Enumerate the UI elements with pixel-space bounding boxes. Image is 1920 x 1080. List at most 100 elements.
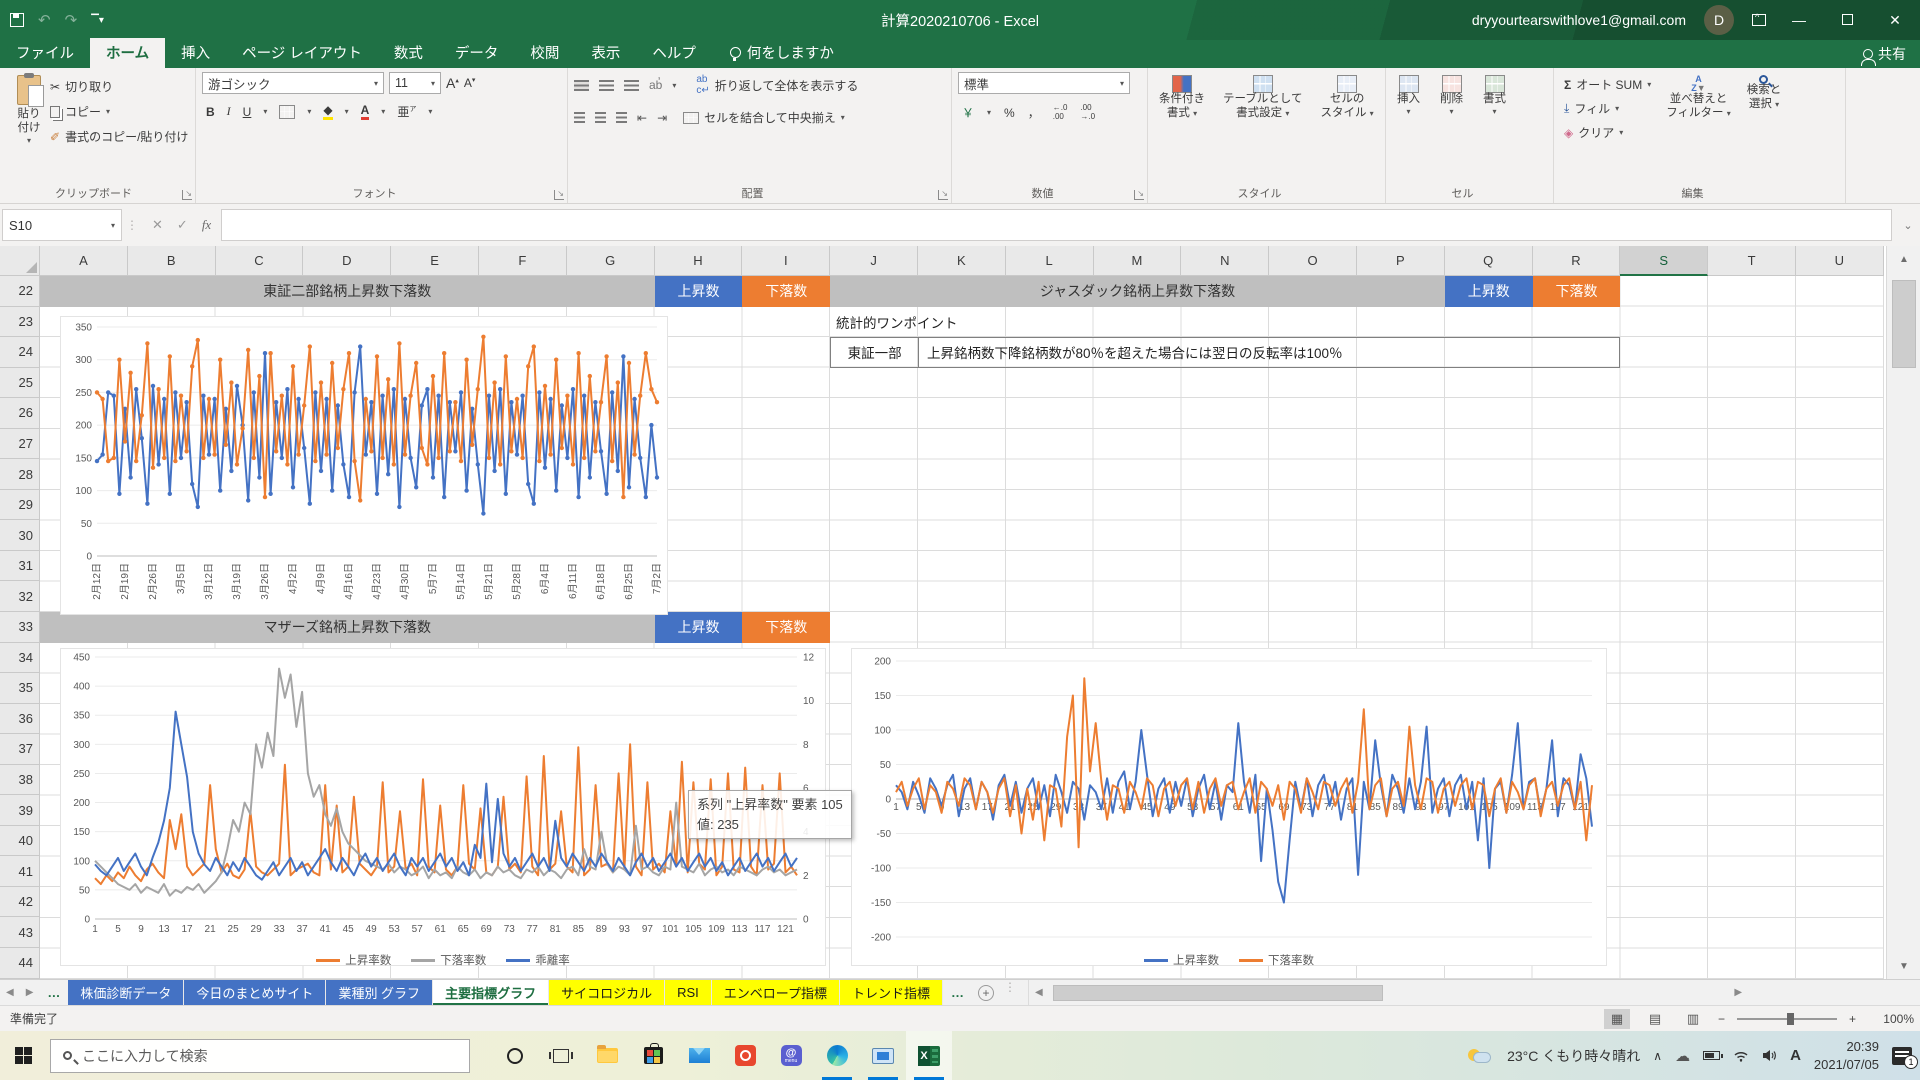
hscroll-right-icon[interactable]: ▶ <box>1728 987 1748 998</box>
row-header-39[interactable]: 39 <box>0 795 40 826</box>
vertical-scrollbar[interactable]: ▲ ▼ <box>1886 246 1920 979</box>
mail-button[interactable] <box>676 1031 722 1080</box>
row-header-36[interactable]: 36 <box>0 704 40 735</box>
column-header-E[interactable]: E <box>391 246 479 276</box>
tab-校閲[interactable]: 校閲 <box>514 38 575 68</box>
wrap-text-button[interactable]: abc↵ 折り返して全体を表示する <box>692 72 862 98</box>
name-box[interactable]: S10▾ <box>2 209 122 241</box>
row-header-28[interactable]: 28 <box>0 459 40 490</box>
insert-cells-button[interactable]: 挿入▾ <box>1392 72 1425 185</box>
column-header-A[interactable]: A <box>40 246 128 276</box>
tab-データ[interactable]: データ <box>439 38 515 68</box>
tab-数式[interactable]: 数式 <box>378 38 439 68</box>
restore-button[interactable] <box>1832 12 1862 28</box>
select-all-corner[interactable] <box>0 246 40 276</box>
wifi-icon[interactable] <box>1733 1049 1749 1062</box>
zoom-out-icon[interactable]: − <box>1718 1012 1725 1026</box>
column-header-S[interactable]: S <box>1620 246 1708 276</box>
italic-button[interactable]: I <box>227 104 231 119</box>
align-left-icon[interactable] <box>574 112 585 123</box>
sheet-overflow-right[interactable]: … <box>943 980 972 1005</box>
row-header-27[interactable]: 27 <box>0 429 40 460</box>
row-header-26[interactable]: 26 <box>0 398 40 429</box>
column-header-U[interactable]: U <box>1796 246 1884 276</box>
column-header-L[interactable]: L <box>1006 246 1094 276</box>
insert-function-icon[interactable]: fx <box>202 217 211 233</box>
column-header-Q[interactable]: Q <box>1445 246 1533 276</box>
column-header-D[interactable]: D <box>303 246 391 276</box>
font-color-icon[interactable]: A <box>361 103 370 120</box>
comma-icon[interactable]: ， <box>1028 104 1040 121</box>
sheet-tab-株価診断データ[interactable]: 株価診断データ <box>68 980 184 1005</box>
sheet-tab-業種別 グラフ[interactable]: 業種別 グラフ <box>326 980 433 1005</box>
column-header-C[interactable]: C <box>216 246 304 276</box>
increase-decimal-icon[interactable]: ←.0.00 <box>1053 104 1068 122</box>
bold-button[interactable]: B <box>206 105 215 119</box>
vertical-scroll-thumb[interactable] <box>1892 280 1916 368</box>
increase-indent-icon[interactable]: ⇥ <box>657 111 667 125</box>
start-button[interactable] <box>0 1031 46 1080</box>
ime-indicator[interactable]: A <box>1790 1047 1801 1064</box>
store-button[interactable] <box>630 1031 676 1080</box>
row-header-25[interactable]: 25 <box>0 368 40 399</box>
zoom-level[interactable]: 100% <box>1868 1012 1914 1026</box>
format-as-table-button[interactable]: テーブルとして書式設定 ▾ <box>1218 72 1307 185</box>
cell-styles-button[interactable]: セルのスタイル ▾ <box>1315 72 1378 185</box>
percent-icon[interactable]: % <box>1004 106 1015 120</box>
customize-qat-icon[interactable]: ▔▾ <box>91 15 104 26</box>
cortana-button[interactable] <box>492 1031 538 1080</box>
font-dialog-launcher[interactable]: ↘ <box>554 190 564 200</box>
task-view-button[interactable] <box>538 1031 584 1080</box>
column-header-G[interactable]: G <box>567 246 655 276</box>
excel-taskbar-button[interactable]: X <box>906 1031 952 1080</box>
tab-ヘルプ[interactable]: ヘルプ <box>636 38 712 68</box>
clipboard-dialog-launcher[interactable]: ↘ <box>182 190 192 200</box>
sheet-tab-主要指標グラフ[interactable]: 主要指標グラフ <box>433 980 549 1005</box>
align-bottom-icon[interactable] <box>624 80 639 91</box>
battery-icon[interactable] <box>1703 1051 1720 1060</box>
column-header-F[interactable]: F <box>479 246 567 276</box>
chart-jasdaq[interactable]: -200-150-100-500501001502001591317212529… <box>851 648 1607 966</box>
underline-button[interactable]: U <box>243 105 252 119</box>
sheet-tab-トレンド指標[interactable]: トレンド指標 <box>840 980 943 1005</box>
tab-挿入[interactable]: 挿入 <box>165 38 226 68</box>
formula-input[interactable] <box>221 209 1892 241</box>
paste-button[interactable]: 貼り付け ▾ <box>12 72 46 148</box>
sheet-tab-エンベロープ指標[interactable]: エンベロープ指標 <box>712 980 840 1005</box>
delete-cells-button[interactable]: 削除▾ <box>1435 72 1468 185</box>
jasdaq-up-button[interactable]: 上昇数 <box>1445 276 1533 307</box>
row-header-22[interactable]: 22 <box>0 276 40 307</box>
column-header-H[interactable]: H <box>655 246 743 276</box>
copy-button[interactable]: コピー▾ <box>46 101 192 122</box>
row-header-23[interactable]: 23 <box>0 307 40 338</box>
column-header-I[interactable]: I <box>742 246 830 276</box>
fill-button[interactable]: ⤓フィル▾ <box>1560 98 1655 119</box>
zoom-slider[interactable] <box>1737 1018 1837 1020</box>
format-cells-button[interactable]: 書式▾ <box>1478 72 1511 185</box>
row-header-44[interactable]: 44 <box>0 948 40 979</box>
clear-button[interactable]: ◈クリア▾ <box>1560 122 1655 143</box>
taskbar-search[interactable]: ここに入力して検索 <box>50 1039 470 1073</box>
conditional-formatting-button[interactable]: 条件付き書式 ▾ <box>1154 72 1210 185</box>
close-button[interactable]: ✕ <box>1880 12 1910 29</box>
sheet-nav-right-icon[interactable]: ▶ <box>20 980 40 1005</box>
red-app-button[interactable] <box>722 1031 768 1080</box>
increase-font-icon[interactable]: A▴ <box>446 75 459 91</box>
scroll-up-icon[interactable]: ▲ <box>1887 246 1920 272</box>
format-painter-button[interactable]: ✐書式のコピー/貼り付け <box>46 126 192 147</box>
sort-filter-button[interactable]: AZ▼ 並べ替えとフィルター ▾ <box>1661 72 1736 185</box>
tab-ページ レイアウト[interactable]: ページ レイアウト <box>226 38 378 68</box>
find-select-button[interactable]: 検索と選択 ▾ <box>1742 72 1787 185</box>
page-layout-view-icon[interactable]: ▤ <box>1642 1009 1668 1029</box>
sheet-tab-サイコロジカル[interactable]: サイコロジカル <box>549 980 665 1005</box>
tosho2-up-button[interactable]: 上昇数 <box>655 276 743 307</box>
row-header-35[interactable]: 35 <box>0 673 40 704</box>
row-header-34[interactable]: 34 <box>0 643 40 674</box>
row-header-42[interactable]: 42 <box>0 887 40 918</box>
hscroll-left-icon[interactable]: ◀ <box>1029 987 1049 998</box>
align-top-icon[interactable] <box>574 80 589 91</box>
row24-note[interactable]: 東証一部 上昇銘柄数下降銘柄数が80％を超えた場合には翌日の反転率は100％ <box>830 337 1620 368</box>
number-dialog-launcher[interactable]: ↘ <box>1134 190 1144 200</box>
row-header-41[interactable]: 41 <box>0 856 40 887</box>
share-button[interactable]: 共有 <box>1863 44 1906 64</box>
